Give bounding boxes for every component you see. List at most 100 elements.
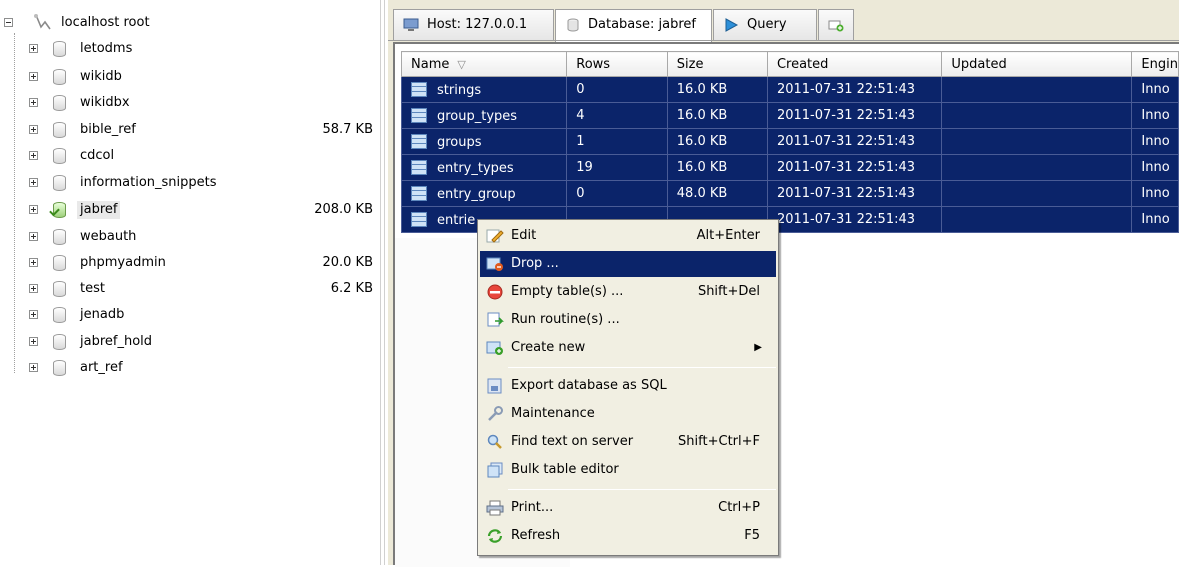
cell-name: entry_types	[400, 154, 568, 181]
table-row[interactable]: groups 1 16.0 KB 2011-07-31 22:51:43 Inn…	[400, 128, 1179, 155]
column-header-name[interactable]: Name ▽	[400, 51, 568, 77]
expand-icon[interactable]	[29, 337, 38, 346]
tree-root[interactable]: localhost root	[0, 10, 380, 36]
tree-item-wikidbx[interactable]: wikidbx	[0, 90, 380, 116]
database-icon	[53, 122, 66, 138]
expand-icon[interactable]	[29, 178, 38, 187]
cell-rows: 4	[566, 102, 668, 129]
tree-item-bible-ref[interactable]: bible_ref 58.7 KB	[0, 117, 380, 143]
table-icon	[411, 159, 427, 175]
cell-updated	[941, 180, 1133, 207]
cell-name: groups	[400, 128, 568, 155]
cell-size: 48.0 KB	[666, 180, 768, 207]
database-icon	[53, 334, 66, 350]
tree-item-information-snippets[interactable]: information_snippets	[0, 170, 380, 196]
database-icon	[53, 95, 66, 111]
export-icon	[487, 378, 502, 394]
column-header-rows[interactable]: Rows	[566, 51, 668, 77]
menu-item-bulk-table-editor[interactable]: Bulk table editor	[480, 457, 776, 483]
expand-icon[interactable]	[29, 363, 38, 372]
expand-icon[interactable]	[29, 310, 38, 319]
tree-item-label: information_snippets	[80, 175, 217, 190]
active-database-icon	[53, 202, 66, 218]
tree-item-jenadb[interactable]: jenadb	[0, 302, 380, 328]
expand-icon[interactable]	[29, 232, 38, 241]
expand-icon[interactable]	[29, 258, 38, 267]
cell-engine: Inno	[1131, 76, 1179, 103]
cell-created: 2011-07-31 22:51:43	[766, 128, 943, 155]
table-row[interactable]: entry_types 19 16.0 KB 2011-07-31 22:51:…	[400, 154, 1179, 181]
tab-label: Query	[747, 17, 787, 32]
expand-icon[interactable]	[29, 151, 38, 160]
column-header-created[interactable]: Created	[766, 51, 943, 77]
expand-icon[interactable]	[29, 205, 38, 214]
menu-item-refresh[interactable]: Refresh F5	[480, 523, 776, 549]
database-icon	[53, 41, 66, 57]
tree-item-label: letodms	[80, 41, 133, 56]
panel-splitter[interactable]	[380, 0, 388, 565]
menu-item-empty-tables[interactable]: Empty table(s) ... Shift+Del	[480, 279, 776, 305]
print-icon	[486, 500, 504, 516]
database-icon	[53, 229, 66, 245]
tab-host[interactable]: Host: 127.0.0.1	[393, 9, 554, 40]
tree-item-cdcol[interactable]: cdcol	[0, 143, 380, 169]
cell-size: 16.0 KB	[666, 102, 768, 129]
cell-engine: Inno	[1131, 206, 1179, 233]
tree-item-phpmyadmin[interactable]: phpmyadmin 20.0 KB	[0, 250, 380, 276]
cell-name: entry_group	[400, 180, 568, 207]
tree-item-test[interactable]: test 6.2 KB	[0, 276, 380, 302]
menu-item-drop[interactable]: Drop ...	[480, 251, 776, 277]
database-icon	[53, 307, 66, 323]
edit-icon	[486, 229, 504, 243]
tree-item-size: 58.7 KB	[322, 122, 373, 137]
database-icon	[567, 18, 579, 32]
tree-item-letodms[interactable]: letodms	[0, 36, 380, 62]
database-icon	[53, 175, 66, 191]
column-header-engine[interactable]: Engin	[1131, 51, 1179, 77]
tab-label: Database: jabref	[588, 17, 697, 32]
menu-item-create-new[interactable]: Create new ▶	[480, 335, 776, 361]
menu-separator	[508, 367, 776, 368]
cell-size: 16.0 KB	[666, 154, 768, 181]
tree-item-jabref[interactable]: jabref 208.0 KB	[0, 197, 380, 223]
database-icon	[53, 255, 66, 271]
cell-size: 16.0 KB	[666, 128, 768, 155]
menu-item-edit[interactable]: Edit Alt+Enter	[480, 223, 776, 249]
tree-item-size: 208.0 KB	[314, 202, 373, 217]
tab-new-query[interactable]	[818, 9, 854, 40]
table-row[interactable]: entry_group 0 48.0 KB 2011-07-31 22:51:4…	[400, 180, 1179, 207]
tree-item-webauth[interactable]: webauth	[0, 224, 380, 250]
expand-icon[interactable]	[29, 72, 38, 81]
expand-icon[interactable]	[29, 284, 38, 293]
menu-item-find-text[interactable]: Find text on server Shift+Ctrl+F	[480, 429, 776, 455]
cell-size: 16.0 KB	[666, 76, 768, 103]
cell-engine: Inno	[1131, 128, 1179, 155]
tree-item-wikidb[interactable]: wikidb	[0, 64, 380, 90]
menu-item-run-routines[interactable]: Run routine(s) ...	[480, 307, 776, 333]
expand-icon[interactable]	[29, 44, 38, 53]
create-new-icon	[486, 341, 503, 355]
tree-item-jabref-hold[interactable]: jabref_hold	[0, 329, 380, 355]
tab-database[interactable]: Database: jabref	[555, 9, 712, 42]
collapse-icon[interactable]	[4, 18, 13, 27]
tree-root-label: localhost root	[61, 15, 150, 30]
table-icon	[411, 107, 427, 123]
menu-item-export-sql[interactable]: Export database as SQL	[480, 373, 776, 399]
tree-item-art-ref[interactable]: art_ref	[0, 355, 380, 381]
table-row[interactable]: group_types 4 16.0 KB 2011-07-31 22:51:4…	[400, 102, 1179, 129]
tree-item-label: jabref_hold	[80, 334, 153, 349]
bulk-editor-icon	[487, 462, 503, 478]
menu-item-maintenance[interactable]: Maintenance	[480, 401, 776, 427]
tree-item-label: jabref	[77, 201, 121, 219]
column-header-updated[interactable]: Updated	[941, 51, 1133, 77]
menu-item-print[interactable]: Print... Ctrl+P	[480, 495, 776, 521]
expand-icon[interactable]	[29, 98, 38, 107]
table-row[interactable]: strings 0 16.0 KB 2011-07-31 22:51:43 In…	[400, 76, 1179, 103]
expand-icon[interactable]	[29, 125, 38, 134]
host-icon	[403, 18, 419, 31]
cell-engine: Inno	[1131, 102, 1179, 129]
cell-created: 2011-07-31 22:51:43	[766, 102, 943, 129]
column-header-size[interactable]: Size	[666, 51, 768, 77]
tab-query[interactable]: Query	[713, 9, 817, 40]
cell-updated	[941, 206, 1133, 233]
